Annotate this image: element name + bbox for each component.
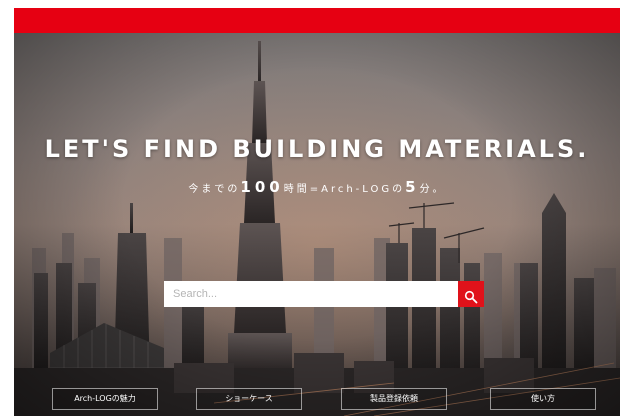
hero-vignette bbox=[14, 33, 620, 416]
subline-text-pre: 今までの bbox=[188, 184, 241, 195]
hero-headline: LET'S FIND BUILDING MATERIALS. bbox=[44, 135, 590, 163]
subline-number-minutes: 5 bbox=[405, 178, 420, 196]
search-icon bbox=[464, 290, 478, 303]
search-button[interactable] bbox=[458, 281, 484, 307]
nav-button-how-to-use[interactable]: 使い方 bbox=[490, 388, 596, 410]
subline-text-mid: 時間=Arch-LOGの bbox=[283, 184, 406, 195]
nav-button-product-registration[interactable]: 製品登録依頼 bbox=[341, 388, 447, 410]
top-bar bbox=[14, 8, 620, 33]
hero-subline: 今までの100時間=Arch-LOGの5分。 bbox=[14, 178, 620, 196]
nav-button-showcase[interactable]: ショーケース bbox=[196, 388, 302, 410]
subline-number-hours: 100 bbox=[240, 178, 284, 196]
nav-button-arch-log-appeal[interactable]: Arch-LOGの魅力 bbox=[52, 388, 158, 410]
search-input[interactable] bbox=[164, 281, 458, 307]
subline-text-post: 分。 bbox=[419, 184, 446, 195]
hero-background bbox=[14, 33, 620, 416]
